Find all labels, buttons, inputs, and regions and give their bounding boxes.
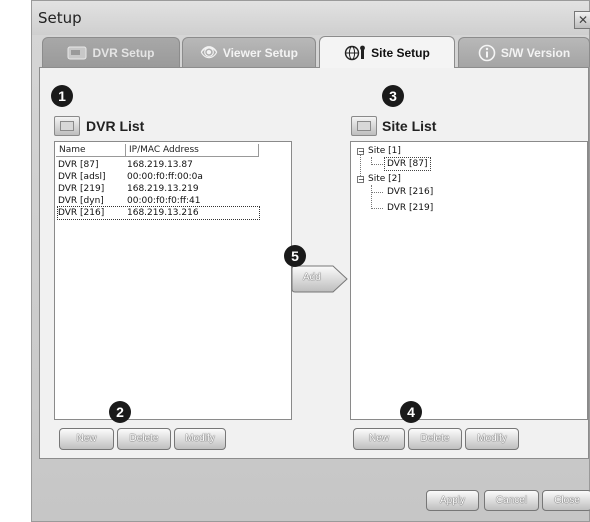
tree-line bbox=[371, 164, 383, 165]
callout-5: 5 bbox=[284, 245, 306, 267]
apply-button[interactable]: Apply bbox=[426, 490, 479, 511]
tab-viewer-setup[interactable]: 👁 Viewer Setup bbox=[182, 37, 316, 67]
dvr-list[interactable]: Name IP/MAC Address DVR [87] 168.219.13.… bbox=[54, 141, 292, 420]
callout-3: 3 bbox=[382, 85, 404, 107]
collapse-icon[interactable]: − bbox=[357, 148, 365, 156]
dvr-new-button[interactable]: New bbox=[59, 428, 114, 450]
tree-site[interactable]: Site [2] bbox=[368, 173, 401, 185]
dvr-name: DVR [dyn] bbox=[58, 196, 104, 206]
dvr-list-header: Name IP/MAC Address bbox=[56, 144, 259, 157]
tree-line bbox=[371, 185, 372, 209]
window-title: Setup bbox=[38, 9, 82, 27]
column-address[interactable]: IP/MAC Address bbox=[126, 144, 259, 157]
tab-label: Viewer Setup bbox=[222, 45, 298, 60]
tree-dvr-selected[interactable]: DVR [87] bbox=[384, 157, 431, 171]
dvr-row[interactable]: DVR [adsl] 00:00:f0:ff:00:0a bbox=[58, 171, 203, 183]
setup-window: Setup ✕ DVR Setup 👁 Viewer Setup Site Se… bbox=[31, 0, 590, 522]
callout-2: 2 bbox=[109, 401, 131, 423]
tab-label: S/W Version bbox=[500, 45, 571, 60]
site-setup-panel: 1 DVR List Name IP/MAC Address DVR [87] … bbox=[39, 67, 589, 459]
tab-label: DVR Setup bbox=[92, 45, 155, 60]
site-list-icon bbox=[351, 116, 377, 136]
column-name[interactable]: Name bbox=[56, 144, 126, 157]
tree-line bbox=[371, 208, 383, 209]
add-button-label: Add bbox=[303, 272, 321, 283]
tree-dvr[interactable]: DVR [216] bbox=[387, 186, 433, 198]
add-button[interactable]: Add bbox=[291, 265, 349, 293]
title-bar: Setup ✕ bbox=[32, 1, 590, 35]
dvr-row-selected[interactable]: DVR [216] 168.219.13.216 bbox=[57, 206, 260, 220]
dvr-name: DVR [216] bbox=[58, 208, 105, 218]
dvr-name: DVR [adsl] bbox=[58, 172, 106, 182]
info-icon bbox=[478, 44, 496, 61]
tab-label: Site Setup bbox=[371, 45, 430, 60]
site-delete-button[interactable]: Delete bbox=[408, 428, 462, 450]
dvr-icon bbox=[67, 46, 87, 59]
site-tree[interactable]: − Site [1] DVR [87] − Site [2] DVR [216]… bbox=[350, 141, 588, 420]
dvr-row[interactable]: DVR [219] 168.219.13.219 bbox=[58, 183, 199, 195]
dvr-address: 168.219.13.219 bbox=[127, 184, 199, 194]
dvr-row[interactable]: DVR [dyn] 00:00:f0:f0:ff:41 bbox=[58, 195, 201, 207]
globe-wrench-icon bbox=[344, 45, 366, 60]
dvr-row[interactable]: DVR [87] 168.219.13.87 bbox=[58, 159, 193, 171]
tree-site[interactable]: Site [1] bbox=[368, 145, 401, 157]
tab-site-setup[interactable]: Site Setup bbox=[319, 36, 455, 68]
dvr-modify-button[interactable]: Modify bbox=[174, 428, 226, 450]
site-new-button[interactable]: New bbox=[353, 428, 405, 450]
tree-dvr[interactable]: DVR [219] bbox=[387, 202, 433, 214]
eye-wrench-icon: 👁 bbox=[200, 44, 218, 60]
dvr-name: DVR [87] bbox=[58, 160, 99, 170]
dvr-address: 00:00:f0:f0:ff:41 bbox=[127, 196, 201, 206]
close-icon[interactable]: ✕ bbox=[574, 11, 590, 29]
callout-4: 4 bbox=[400, 401, 422, 423]
tab-dvr-setup[interactable]: DVR Setup bbox=[42, 37, 180, 67]
site-list-title: Site List bbox=[382, 118, 437, 134]
site-modify-button[interactable]: Modify bbox=[465, 428, 519, 450]
close-button[interactable]: Close bbox=[542, 490, 590, 511]
dvr-address: 168.219.13.87 bbox=[127, 160, 193, 170]
cancel-button[interactable]: Cancel bbox=[484, 490, 539, 511]
dvr-name: DVR [219] bbox=[58, 184, 105, 194]
dvr-list-icon bbox=[54, 116, 80, 136]
dvr-address: 00:00:f0:ff:00:0a bbox=[127, 172, 203, 182]
dvr-list-title: DVR List bbox=[86, 118, 145, 134]
dvr-delete-button[interactable]: Delete bbox=[117, 428, 171, 450]
dvr-address: 168.219.13.216 bbox=[127, 208, 199, 218]
callout-1: 1 bbox=[51, 85, 73, 107]
collapse-icon[interactable]: − bbox=[357, 176, 365, 184]
tree-line bbox=[371, 192, 383, 193]
tab-sw-version[interactable]: S/W Version bbox=[458, 37, 590, 67]
